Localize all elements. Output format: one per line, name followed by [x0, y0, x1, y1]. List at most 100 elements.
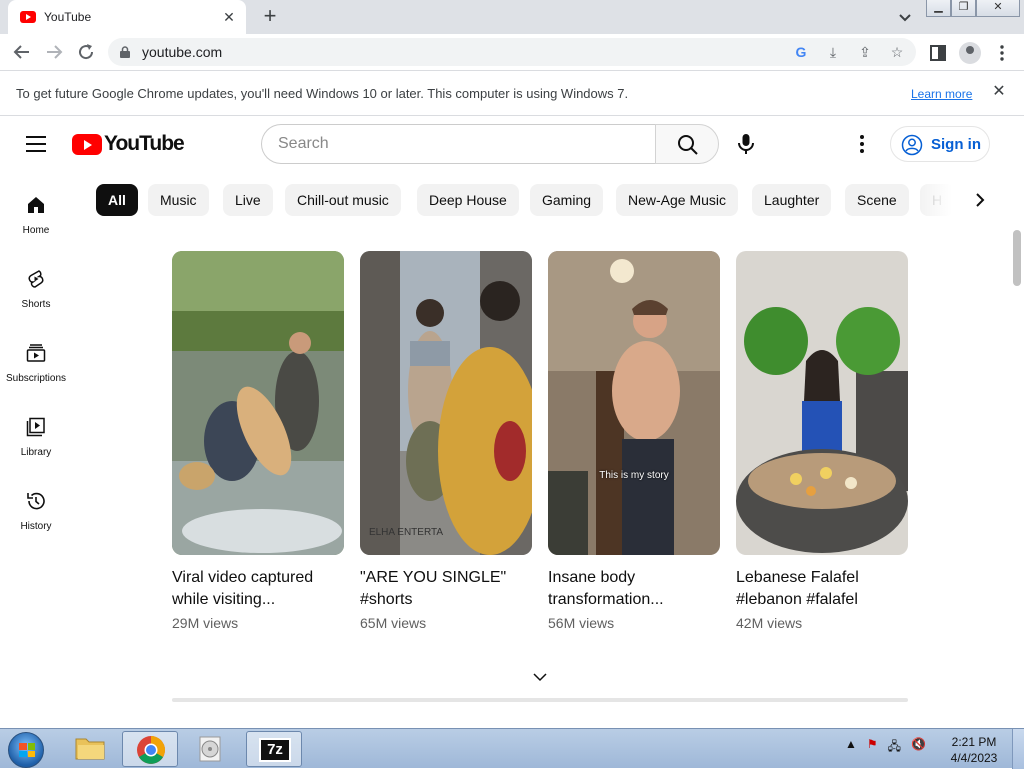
short-thumbnail[interactable]: ELHA ENTERTA	[360, 251, 532, 555]
show-desktop-button[interactable]	[1012, 729, 1024, 769]
short-thumbnail[interactable]: This is my story	[548, 251, 720, 555]
short-title[interactable]: Lebanese Falafel #lebanon #falafel	[736, 567, 908, 611]
chip-scene[interactable]: Scene	[845, 184, 909, 216]
short-card[interactable]: This is my story Insane body transformat…	[548, 251, 720, 631]
chip-deep-house[interactable]: Deep House	[417, 184, 519, 216]
short-views: 29M views	[172, 615, 239, 631]
clock-time: 2:21 PM	[951, 735, 997, 749]
guide-item-history[interactable]: History	[0, 490, 72, 550]
youtube-logo-text: YouTube	[104, 132, 185, 155]
taskbar-7zip[interactable]: 7z	[246, 731, 302, 767]
short-thumbnail-image	[548, 251, 720, 555]
restore-button[interactable]: ❐	[951, 0, 976, 17]
window-close-button[interactable]: ✕	[976, 0, 1020, 17]
chip-all[interactable]: All	[96, 184, 138, 216]
back-arrow-icon[interactable]	[10, 41, 34, 63]
tab-title: YouTube	[44, 10, 92, 24]
new-tab-button[interactable]: +	[258, 5, 282, 29]
disc-icon	[199, 736, 221, 762]
address-bar[interactable]: youtube.com G ⤓ ⇪ ☆	[108, 38, 916, 66]
volume-muted-icon[interactable]: 🔇	[911, 737, 926, 758]
settings-more-icon[interactable]	[852, 133, 872, 155]
menu-hamburger-icon[interactable]	[26, 136, 46, 152]
search-button[interactable]	[655, 124, 719, 164]
search-placeholder: Search	[278, 135, 329, 152]
chip-music[interactable]: Music	[148, 184, 209, 216]
short-title[interactable]: "ARE YOU SINGLE" #shorts	[360, 567, 532, 611]
taskbar-explorer[interactable]	[62, 731, 118, 767]
side-panel-icon[interactable]	[928, 43, 948, 63]
taskbar-clock[interactable]: 2:21 PM 4/4/2023	[944, 734, 1004, 766]
7zip-icon: 7z	[259, 738, 291, 762]
search-input[interactable]: Search	[261, 124, 656, 164]
reload-icon[interactable]	[74, 41, 98, 63]
short-title[interactable]: Insane body transformation...	[548, 567, 720, 611]
close-tab-icon[interactable]: ✕	[220, 8, 238, 26]
guide-item-library[interactable]: Library	[0, 416, 72, 476]
short-card[interactable]: Viral video captured while visiting... 2…	[172, 251, 344, 631]
google-lens-icon[interactable]: G	[792, 43, 810, 61]
taskbar-media-player[interactable]	[182, 731, 238, 767]
bookmark-star-icon[interactable]: ☆	[888, 43, 906, 61]
sign-in-button[interactable]: Sign in	[890, 126, 990, 162]
short-thumbnail-image	[172, 251, 344, 555]
profile-avatar-icon[interactable]	[959, 42, 981, 64]
short-card[interactable]: ELHA ENTERTA "ARE YOU SINGLE" #shorts 65…	[360, 251, 532, 631]
chips-next-chevron-icon[interactable]	[966, 186, 994, 214]
short-title[interactable]: Viral video captured while visiting...	[172, 567, 344, 611]
system-tray: ▲ ⚑ 🖧 🔇	[845, 737, 926, 758]
minimize-button[interactable]: ▁	[926, 0, 951, 17]
chip-chill-out-music[interactable]: Chill-out music	[285, 184, 401, 216]
library-icon	[26, 417, 45, 437]
youtube-play-icon	[72, 133, 102, 155]
clock-date: 4/4/2023	[950, 751, 998, 765]
action-center-flag-icon[interactable]: ⚑	[867, 737, 878, 758]
home-icon	[28, 197, 44, 213]
guide-item-shorts[interactable]: Shorts	[0, 268, 72, 328]
chrome-menu-icon[interactable]	[992, 43, 1012, 63]
folder-icon	[75, 738, 105, 760]
guide-label-shorts: Shorts	[21, 299, 51, 310]
page-scrollbar[interactable]	[1010, 117, 1024, 727]
show-more-chevron-icon[interactable]	[530, 668, 550, 686]
url-text[interactable]: youtube.com	[142, 44, 222, 60]
taskbar-chrome[interactable]	[122, 731, 178, 767]
tray-expand-icon[interactable]: ▲	[845, 737, 857, 758]
guide-item-subscriptions[interactable]: Subscriptions	[0, 342, 72, 402]
lock-icon[interactable]	[120, 46, 130, 58]
short-overlay-text: ELHA ENTERTA	[368, 527, 444, 538]
infobar-close-icon[interactable]: ✕	[990, 83, 1008, 101]
windows-taskbar: 7z ▲ ⚑ 🖧 🔇 2:21 PM 4/4/2023	[0, 728, 1024, 769]
short-thumbnail[interactable]	[172, 251, 344, 555]
account-circle-icon	[901, 134, 923, 156]
short-card[interactable]: Lebanese Falafel #lebanon #falafel 42M v…	[736, 251, 908, 631]
history-icon	[27, 492, 45, 510]
chip-live[interactable]: Live	[223, 184, 273, 216]
voice-search-mic-icon[interactable]	[736, 133, 756, 155]
tab-search-chevron-icon[interactable]	[894, 8, 916, 26]
start-button[interactable]	[8, 732, 44, 768]
short-views: 56M views	[548, 615, 615, 631]
chip-new-age-music[interactable]: New-Age Music	[616, 184, 739, 216]
network-icon[interactable]: 🖧	[888, 737, 901, 758]
chip-laughter[interactable]: Laughter	[752, 184, 832, 216]
tab-strip: YouTube ✕ + ▁ ❐ ✕	[0, 0, 1024, 34]
short-thumbnail[interactable]	[736, 251, 908, 555]
youtube-logo[interactable]: YouTube	[72, 132, 185, 155]
learn-more-link[interactable]: Learn more	[911, 87, 972, 101]
install-app-icon[interactable]: ⤓	[824, 43, 842, 61]
subscriptions-icon	[26, 344, 46, 362]
forward-arrow-icon[interactable]	[42, 41, 66, 63]
guide-item-home[interactable]: Home	[0, 194, 72, 254]
scrollbar-thumb[interactable]	[1013, 230, 1021, 286]
short-views: 42M views	[736, 615, 803, 631]
guide-label-history: History	[20, 521, 52, 532]
browser-toolbar: youtube.com G ⤓ ⇪ ☆	[0, 34, 1024, 70]
guide-label-subscriptions: Subscriptions	[5, 373, 67, 384]
short-overlay-text: This is my story	[599, 470, 669, 481]
chip-gaming[interactable]: Gaming	[530, 184, 604, 216]
chips-fade	[918, 180, 966, 220]
share-icon[interactable]: ⇪	[856, 43, 874, 61]
update-infobar: To get future Google Chrome updates, you…	[0, 70, 1024, 116]
tab-youtube[interactable]: YouTube ✕	[8, 0, 246, 34]
